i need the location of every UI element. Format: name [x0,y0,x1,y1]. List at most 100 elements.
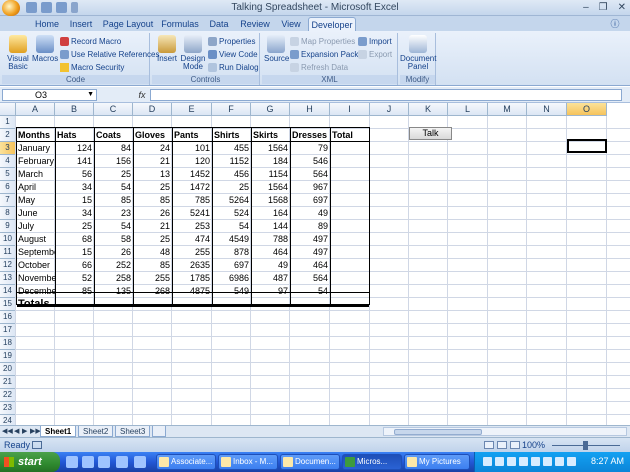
macros-button[interactable]: Macros [32,35,58,63]
column-header-m[interactable]: M [488,103,527,116]
column-header-i[interactable]: I [330,103,370,116]
tray-icon[interactable] [519,457,528,466]
horizontal-scroll-thumb[interactable] [394,429,482,435]
page-layout-view-icon[interactable] [497,441,507,449]
column-header-a[interactable]: A [16,103,55,116]
quick-launch-icon[interactable] [116,456,128,468]
prev-sheet-icon[interactable]: ◀ [14,427,19,435]
month-cell[interactable]: August [16,233,55,246]
value-cell[interactable]: 1564 [251,142,290,155]
month-cell[interactable]: January [16,142,55,155]
row-header-8[interactable]: 8 [0,207,16,220]
row-header-18[interactable]: 18 [0,337,16,350]
value-cell[interactable]: 25 [133,181,172,194]
value-cell[interactable]: 2635 [172,259,212,272]
value-cell[interactable]: 48 [133,246,172,259]
value-cell[interactable]: 878 [212,246,251,259]
map-properties-button[interactable]: Map Properties [290,36,355,47]
value-cell[interactable]: 13 [133,168,172,181]
row-header-12[interactable]: 12 [0,259,16,272]
value-cell[interactable]: 15 [55,246,94,259]
value-cell[interactable]: 56 [55,168,94,181]
row-header-16[interactable]: 16 [0,311,16,324]
properties-button[interactable]: Properties [208,36,255,47]
value-cell[interactable]: 1452 [172,168,212,181]
value-cell[interactable]: 5264 [212,194,251,207]
value-cell[interactable]: 497 [290,233,330,246]
tab-insert[interactable]: Insert [64,17,98,31]
quick-launch-icon[interactable] [66,456,78,468]
row-header-5[interactable]: 5 [0,168,16,181]
value-cell[interactable]: 474 [172,233,212,246]
value-cell[interactable]: 258 [94,272,133,285]
insert-sheet-icon[interactable] [152,426,166,437]
tray-icon[interactable] [543,457,552,466]
row-header-17[interactable]: 17 [0,324,16,337]
value-cell[interactable]: 455 [212,142,251,155]
chevron-down-icon[interactable]: ▼ [87,90,94,100]
value-cell[interactable]: 97 [251,285,290,298]
help-icon[interactable]: ⓘ [608,17,622,31]
expansion-packs-button[interactable]: Expansion Packs [290,49,362,60]
table-header-cell[interactable]: Coats [94,129,133,142]
zoom-level[interactable]: 100% [522,440,545,450]
tab-developer[interactable]: Developer [308,17,356,31]
value-cell[interactable]: 54 [212,220,251,233]
tray-icon[interactable] [567,457,576,466]
name-box[interactable]: O3 ▼ [2,89,97,101]
row-header-21[interactable]: 21 [0,376,16,389]
value-cell[interactable]: 23 [94,207,133,220]
value-cell[interactable]: 25 [133,233,172,246]
value-cell[interactable]: 101 [172,142,212,155]
value-cell[interactable]: 52 [55,272,94,285]
value-cell[interactable]: 54 [94,181,133,194]
column-header-c[interactable]: C [94,103,133,116]
value-cell[interactable]: 34 [55,181,94,194]
restore-icon[interactable]: ❐ [599,2,608,13]
month-cell[interactable]: September [16,246,55,259]
tab-home[interactable]: Home [30,17,64,31]
taskbar-item[interactable]: Documen... [280,454,340,470]
column-header-n[interactable]: N [527,103,567,116]
record-macro-button[interactable]: Record Macro [60,36,121,47]
value-cell[interactable]: 697 [212,259,251,272]
row-header-14[interactable]: 14 [0,285,16,298]
value-cell[interactable]: 21 [133,220,172,233]
talk-button[interactable]: Talk [409,127,452,140]
value-cell[interactable]: 697 [290,194,330,207]
active-cell-o3[interactable] [567,139,607,153]
value-cell[interactable]: 15 [55,194,94,207]
value-cell[interactable]: 524 [212,207,251,220]
value-cell[interactable]: 58 [94,233,133,246]
row-header-4[interactable]: 4 [0,155,16,168]
value-cell[interactable]: 253 [172,220,212,233]
value-cell[interactable]: 164 [251,207,290,220]
table-header-cell[interactable]: Skirts [251,129,290,142]
design-mode-button[interactable]: Design Mode [180,35,206,71]
value-cell[interactable]: 25 [94,168,133,181]
row-header-19[interactable]: 19 [0,350,16,363]
minimize-icon[interactable]: – [583,2,589,13]
source-button[interactable]: Source [264,35,289,63]
row-header-10[interactable]: 10 [0,233,16,246]
value-cell[interactable]: 49 [290,207,330,220]
taskbar-item[interactable]: Associate... [156,454,216,470]
row-header-24[interactable]: 24 [0,415,16,425]
value-cell[interactable]: 788 [251,233,290,246]
sheet-tab-sheet3[interactable]: Sheet3 [115,426,151,437]
row-header-7[interactable]: 7 [0,194,16,207]
value-cell[interactable]: 255 [133,272,172,285]
page-break-view-icon[interactable] [510,441,520,449]
value-cell[interactable]: 135 [94,285,133,298]
value-cell[interactable]: 4875 [172,285,212,298]
value-cell[interactable]: 66 [55,259,94,272]
value-cell[interactable]: 49 [251,259,290,272]
value-cell[interactable]: 1564 [251,181,290,194]
value-cell[interactable]: 464 [290,259,330,272]
tab-formulas[interactable]: Formulas [158,17,202,31]
row-header-15[interactable]: 15 [0,298,16,311]
value-cell[interactable]: 26 [94,246,133,259]
column-header-e[interactable]: E [172,103,212,116]
refresh-data-button[interactable]: Refresh Data [290,62,348,73]
value-cell[interactable]: 255 [172,246,212,259]
